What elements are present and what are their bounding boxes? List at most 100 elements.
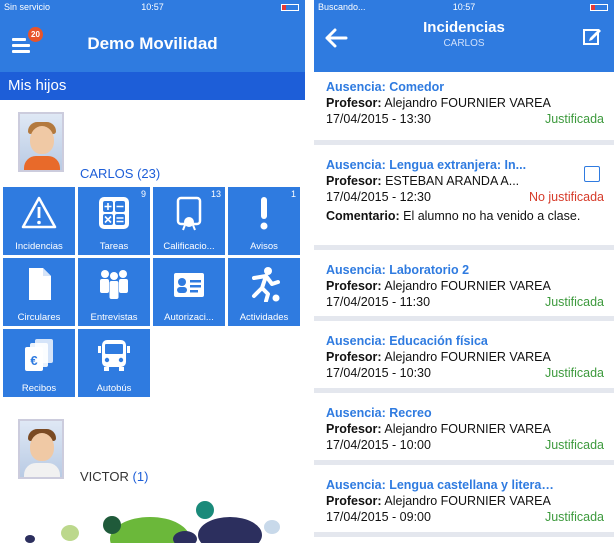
id-card-icon bbox=[174, 273, 204, 297]
document-icon bbox=[29, 268, 51, 300]
comment-text: El alumno no ha venido a clase. bbox=[403, 209, 581, 223]
teacher-label: Profesor: bbox=[326, 174, 382, 188]
right-screen: Buscando... 10:57 Incidencias CARLOS Aus… bbox=[314, 0, 614, 543]
incident-date: 17/04/2015 - 13:30 bbox=[326, 112, 431, 126]
top-nav: 20 Demo Movilidad bbox=[0, 14, 305, 72]
edit-icon[interactable] bbox=[582, 26, 602, 46]
incident-comment: Comentario: El alumno no ha venido a cla… bbox=[326, 208, 604, 224]
teacher-label: Profesor: bbox=[326, 494, 382, 508]
grades-icon bbox=[176, 196, 202, 231]
page-title: Incidencias bbox=[423, 19, 505, 36]
tile-tareas[interactable]: 9 Tareas bbox=[78, 187, 150, 255]
top-nav: Incidencias CARLOS bbox=[314, 14, 614, 72]
child-name-text: CARLOS bbox=[80, 166, 134, 181]
comment-label: Comentario: bbox=[326, 209, 400, 223]
incident-date: 17/04/2015 - 09:00 bbox=[326, 510, 431, 524]
tile-label: Tareas bbox=[99, 241, 129, 252]
tile-label: Autorizaci... bbox=[164, 312, 214, 323]
incident-title: Ausencia: Recreo bbox=[326, 406, 432, 420]
status-bar: Buscando... 10:57 bbox=[314, 0, 614, 14]
left-screen: Sin servicio 10:57 20 Demo Movilidad Mis… bbox=[0, 0, 305, 543]
incident-teacher: Profesor: Alejandro FOURNIER VAREA bbox=[326, 422, 604, 436]
tile-count: 9 bbox=[140, 189, 146, 199]
section-header: Mis hijos bbox=[0, 72, 305, 100]
child-name-text: VICTOR bbox=[80, 469, 129, 484]
teacher-name: ESTEBAN ARANDA A... bbox=[385, 174, 520, 188]
tile-count: 1 bbox=[290, 189, 296, 199]
tile-label: Calificacio... bbox=[163, 241, 215, 252]
tile-label: Incidencias bbox=[15, 241, 63, 252]
teacher-label: Profesor: bbox=[326, 422, 382, 436]
incident-title: Ausencia: Educación física bbox=[326, 334, 488, 348]
sport-icon bbox=[252, 267, 280, 302]
tile-calificacio[interactable]: 13 Calificacio... bbox=[153, 187, 225, 255]
tile-circulares[interactable]: Circulares bbox=[3, 258, 75, 326]
child-carlos[interactable]: CARLOS (23) bbox=[0, 100, 305, 193]
battery-icon bbox=[590, 4, 608, 11]
status-bar: Sin servicio 10:57 bbox=[0, 0, 305, 14]
tile-recibos[interactable]: € Recibos bbox=[3, 329, 75, 397]
tile-count: 13 bbox=[210, 189, 221, 199]
tile-autorizaci[interactable]: Autorizaci... bbox=[153, 258, 225, 326]
avatar bbox=[18, 112, 64, 172]
teacher-label: Profesor: bbox=[326, 279, 382, 293]
incident-teacher: Profesor: Alejandro FOURNIER VAREA bbox=[326, 279, 604, 293]
tile-entrevistas[interactable]: Entrevistas bbox=[78, 258, 150, 326]
child-count: (1) bbox=[132, 469, 149, 484]
carrier-label: Sin servicio bbox=[4, 2, 51, 12]
incident-date: 17/04/2015 - 10:00 bbox=[326, 438, 431, 452]
incident-date-row: 17/04/2015 - 11:30 Justificada bbox=[326, 295, 604, 311]
justify-checkbox[interactable] bbox=[584, 166, 600, 182]
teacher-name: Alejandro FOURNIER VAREA bbox=[384, 279, 551, 293]
child-victor[interactable]: VICTOR (1) bbox=[0, 415, 305, 490]
incident-item[interactable]: Ausencia: Lengua castellana y literatura… bbox=[314, 470, 614, 537]
incident-teacher: Profesor: ESTEBAN ARANDA A... bbox=[326, 174, 604, 188]
avatar bbox=[18, 419, 64, 479]
tile-actividades[interactable]: Actividades bbox=[228, 258, 300, 326]
incident-item[interactable]: Ausencia: Recreo Profesor: Alejandro FOUR… bbox=[314, 398, 614, 465]
teacher-name: Alejandro FOURNIER VAREA bbox=[384, 422, 551, 436]
tile-incidencias[interactable]: Incidencias bbox=[3, 187, 75, 255]
incident-title: Ausencia: Lengua castellana y literatura bbox=[326, 478, 554, 492]
warning-icon bbox=[21, 196, 57, 229]
decorative-blobs bbox=[25, 501, 280, 543]
status-badge: Justificada bbox=[544, 366, 604, 380]
tile-avisos[interactable]: 1 Avisos bbox=[228, 187, 300, 255]
incident-date-row: 17/04/2015 - 10:00 Justificada bbox=[326, 438, 604, 454]
tile-label: Actividades bbox=[239, 312, 289, 323]
receipts-icon: € bbox=[25, 339, 53, 371]
tile-label: Circulares bbox=[17, 312, 61, 323]
incident-item[interactable]: Ausencia: Educación física Profesor: Alej… bbox=[314, 326, 614, 393]
child-name: VICTOR (1) bbox=[80, 469, 148, 484]
incident-date-row: 17/04/2015 - 09:00 Justificada bbox=[326, 510, 604, 526]
page-subtitle: CARLOS bbox=[443, 38, 485, 49]
status-badge: Justificada bbox=[544, 438, 604, 452]
tile-autobús[interactable]: Autobús bbox=[78, 329, 150, 397]
teacher-label: Profesor: bbox=[326, 350, 382, 364]
incident-date: 17/04/2015 - 11:30 bbox=[326, 295, 431, 309]
tile-label: Recibos bbox=[21, 383, 57, 394]
incident-item[interactable]: Ausencia: Lengua extranjera: In... Profes… bbox=[314, 150, 614, 250]
teacher-name: Alejandro FOURNIER VAREA bbox=[384, 494, 551, 508]
tile-label: Entrevistas bbox=[90, 312, 138, 323]
tile-label: Autobús bbox=[96, 383, 132, 394]
bus-icon bbox=[98, 340, 130, 371]
incident-item[interactable]: Ausencia: Comedor Profesor: Alejandro FOU… bbox=[314, 72, 614, 145]
battery-icon bbox=[281, 4, 299, 11]
calculator-icon bbox=[99, 197, 129, 229]
clock: 10:57 bbox=[452, 2, 476, 12]
tile-label: Avisos bbox=[250, 241, 278, 252]
incident-date-row: 17/04/2015 - 10:30 Justificada bbox=[326, 366, 604, 382]
carrier-label: Buscando... bbox=[318, 2, 366, 12]
incident-date: 17/04/2015 - 12:30 bbox=[326, 190, 431, 204]
incident-teacher: Profesor: Alejandro FOURNIER VAREA bbox=[326, 350, 604, 364]
clock: 10:57 bbox=[141, 2, 164, 12]
incident-title: Ausencia: Lengua extranjera: In... bbox=[326, 158, 527, 172]
teacher-name: Alejandro FOURNIER VAREA bbox=[384, 96, 551, 110]
incident-title: Ausencia: Laboratorio 2 bbox=[326, 263, 470, 277]
status-badge: Justificada bbox=[544, 295, 604, 309]
teacher-name: Alejandro FOURNIER VAREA bbox=[384, 350, 551, 364]
child-name: CARLOS (23) bbox=[80, 166, 160, 181]
exclamation-icon bbox=[260, 197, 268, 230]
incident-item[interactable]: Ausencia: Laboratorio 2 Profesor: Alejand… bbox=[314, 255, 614, 321]
